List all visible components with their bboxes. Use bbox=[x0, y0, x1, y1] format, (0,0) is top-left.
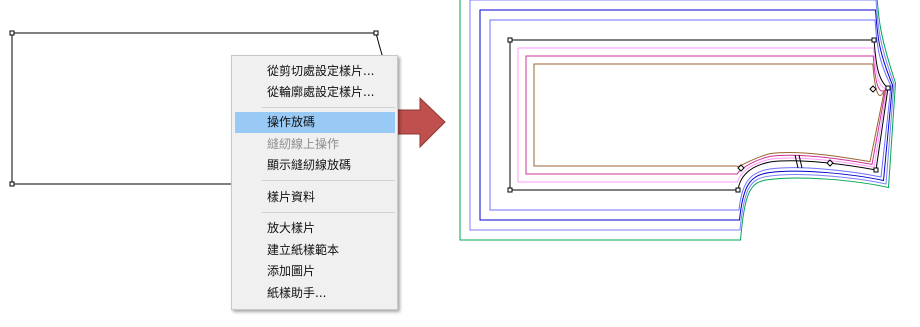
menu-item-set-piece-from-outline[interactable]: 從輪廓處設定樣片... bbox=[235, 82, 395, 103]
grade-size-outline[interactable] bbox=[509, 39, 889, 191]
corner-handle[interactable] bbox=[373, 30, 379, 36]
graded-pattern-nest[interactable] bbox=[459, 0, 897, 241]
corner-handle[interactable] bbox=[9, 30, 15, 36]
menu-item-set-piece-from-cut[interactable]: 從剪切處設定樣片... bbox=[235, 61, 395, 82]
context-menu[interactable]: 從剪切處設定樣片... 從輪廓處設定樣片... 操作放碼 縫紉線上操作 顯示縫紉… bbox=[231, 55, 398, 310]
menu-separator bbox=[262, 212, 395, 213]
menu-separator bbox=[262, 180, 395, 181]
menu-item-seam-line-ops[interactable]: 縫紉線上操作 bbox=[235, 134, 395, 155]
menu-item-create-template[interactable]: 建立紙樣範本 bbox=[235, 240, 395, 261]
menu-item-grading[interactable]: 操作放碼 bbox=[235, 112, 395, 133]
menu-item-pattern-assistant[interactable]: 紙樣助手... bbox=[235, 283, 395, 304]
menu-item-piece-info[interactable]: 樣片資料 bbox=[235, 187, 395, 208]
base-size-handles[interactable] bbox=[507, 37, 891, 193]
grade-size-outline[interactable] bbox=[459, 0, 897, 241]
grade-size-outline[interactable] bbox=[479, 9, 894, 221]
menu-item-enlarge-piece[interactable]: 放大樣片 bbox=[235, 218, 395, 239]
grade-size-outline[interactable] bbox=[533, 63, 885, 167]
menu-item-add-image[interactable]: 添加圖片 bbox=[235, 261, 395, 282]
menu-item-show-seam-grading[interactable]: 顯示縫紉線放碼 bbox=[235, 155, 395, 176]
menu-separator bbox=[262, 107, 395, 108]
corner-handle[interactable] bbox=[9, 181, 15, 187]
pattern-canvas[interactable] bbox=[0, 0, 920, 327]
